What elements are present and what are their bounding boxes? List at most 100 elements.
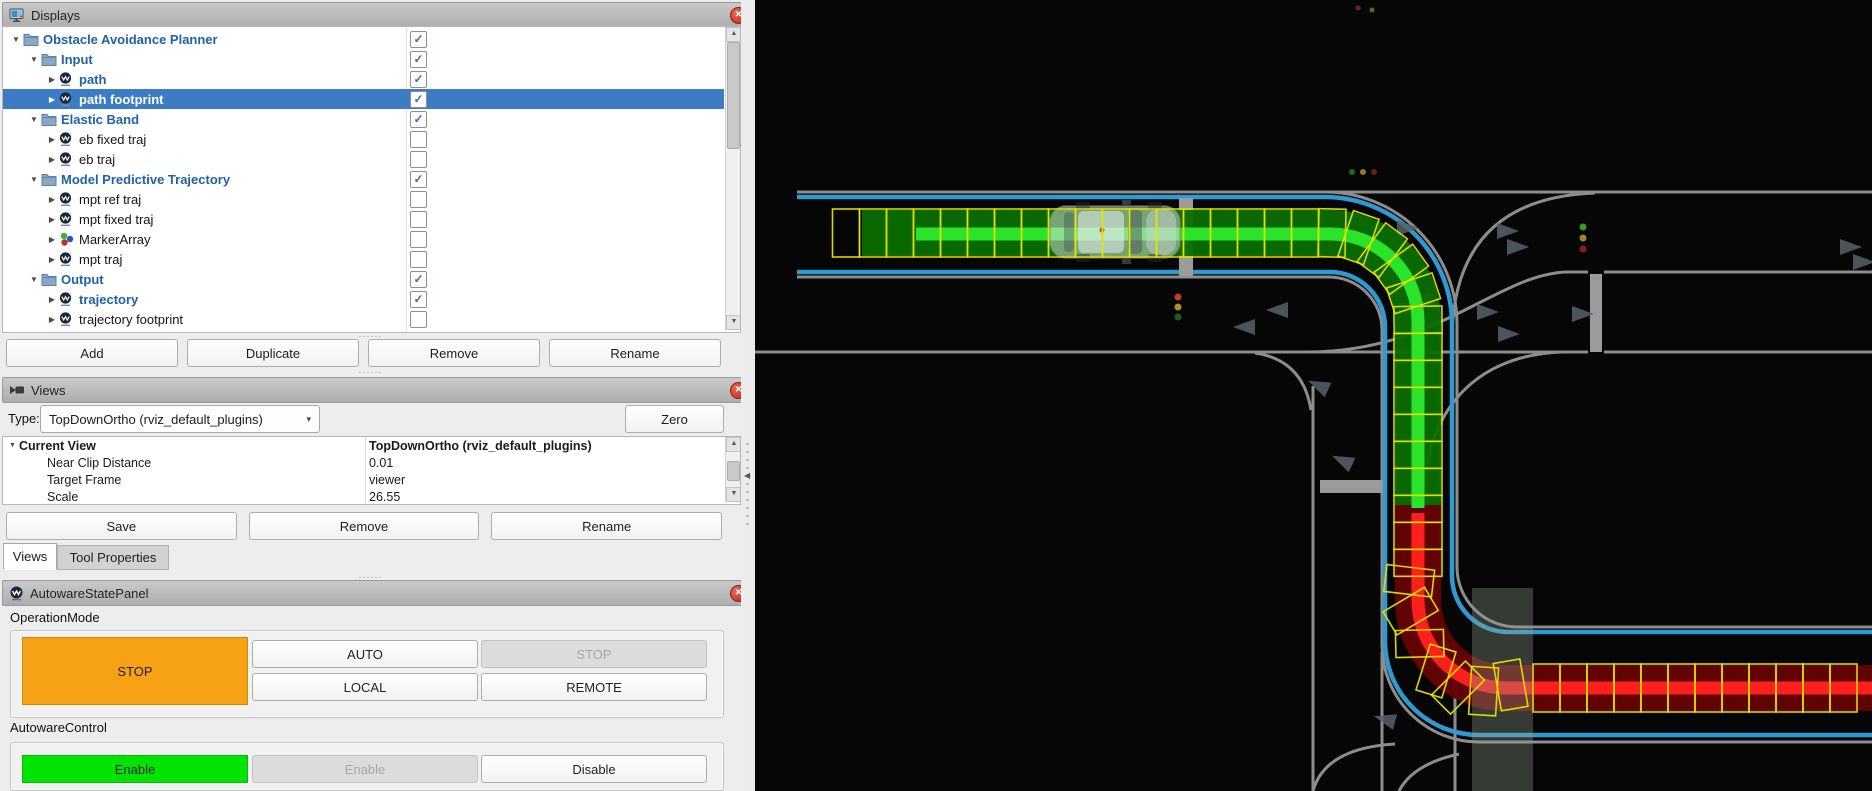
view-table-scrollbar[interactable]: ▲ ▼: [725, 437, 740, 502]
expander-icon[interactable]: ▶: [45, 315, 59, 324]
visibility-checkbox[interactable]: ✓: [410, 291, 427, 308]
remote-button[interactable]: REMOTE: [481, 673, 707, 701]
visibility-checkbox[interactable]: ✓: [410, 171, 427, 188]
visibility-checkbox[interactable]: [410, 311, 427, 328]
property-row[interactable]: ▼ Current View TopDownOrtho (rviz_default_…: [3, 437, 724, 454]
expander-icon[interactable]: ▼: [27, 115, 41, 124]
display-icon: [59, 251, 76, 267]
visibility-checkbox[interactable]: ✓: [410, 71, 427, 88]
scrollbar-thumb[interactable]: [727, 461, 740, 481]
tree-item-label: trajectory footprint: [79, 311, 184, 327]
tree-row-eb-traj[interactable]: ▶ eb traj: [3, 149, 724, 169]
property-row[interactable]: Near Clip Distance 0.01: [3, 454, 724, 471]
rviz-window: Displays ✕ ▼ Obstacle Avoidance Planner ✓ ▼…: [0, 0, 1872, 791]
zero-button[interactable]: Zero: [625, 405, 724, 433]
display-icon: [59, 211, 76, 227]
displays-tree-scrollbar[interactable]: ▲ ▼: [725, 27, 740, 330]
tree-row-trajectory-footprint[interactable]: ▶ trajectory footprint: [3, 309, 724, 329]
operation-mode-state-button[interactable]: STOP: [22, 637, 248, 705]
remove-button[interactable]: Remove: [248, 512, 480, 540]
tab-views[interactable]: Views: [3, 543, 57, 570]
duplicate-button[interactable]: Duplicate: [187, 339, 359, 367]
property-row[interactable]: Target Frame viewer: [3, 471, 724, 488]
expander-icon[interactable]: ▶: [45, 155, 59, 164]
expander-icon[interactable]: ▶: [45, 235, 59, 244]
visibility-checkbox[interactable]: [410, 211, 427, 228]
save-button[interactable]: Save: [6, 512, 237, 540]
tree-item-label: mpt ref traj: [79, 191, 142, 207]
tree-row-mpt-traj[interactable]: ▶ mpt traj: [3, 249, 724, 269]
display-icon: [59, 91, 76, 107]
visibility-checkbox[interactable]: ✓: [410, 31, 427, 48]
property-name: Scale: [47, 489, 79, 504]
3d-viewport[interactable]: [755, 0, 1872, 791]
add-button[interactable]: Add: [6, 339, 178, 367]
visibility-checkbox[interactable]: [410, 191, 427, 208]
rename-button[interactable]: Rename: [491, 512, 723, 540]
tree-row-mpt-ref-traj[interactable]: ▶ mpt ref traj: [3, 189, 724, 209]
remove-button[interactable]: Remove: [368, 339, 540, 367]
property-value[interactable]: 26.55: [369, 490, 400, 504]
scroll-down-icon[interactable]: ▼: [726, 315, 740, 330]
map-overlay-block: [1472, 588, 1533, 791]
autoware-control-state-button[interactable]: Enable: [22, 755, 248, 783]
type-label: Type:: [8, 411, 40, 426]
tree-row-output[interactable]: ▼ Output ✓: [3, 269, 724, 289]
property-value[interactable]: TopDownOrtho (rviz_default_plugins): [369, 439, 592, 453]
views-panel-titlebar[interactable]: Views ✕: [2, 377, 753, 403]
visibility-checkbox[interactable]: ✓: [410, 111, 427, 128]
tab-tool-properties[interactable]: Tool Properties: [57, 545, 169, 570]
property-value[interactable]: viewer: [369, 473, 405, 487]
visibility-checkbox[interactable]: ✓: [410, 91, 427, 108]
collapse-left-icon[interactable]: ◀: [744, 471, 750, 480]
view-type-dropdown[interactable]: TopDownOrtho (rviz_default_plugins) ▾: [40, 405, 320, 433]
visibility-checkbox[interactable]: ✓: [410, 271, 427, 288]
tree-row-markerarray[interactable]: ▶ MarkerArray: [3, 229, 724, 249]
tree-row-obstacle-avoidance-planner[interactable]: ▼ Obstacle Avoidance Planner ✓: [3, 29, 724, 49]
control-disable-button[interactable]: Disable: [481, 755, 707, 783]
scroll-down-icon[interactable]: ▼: [726, 487, 740, 502]
tree-row-model-predictive-trajectory[interactable]: ▼ Model Predictive Trajectory ✓: [3, 169, 724, 189]
tree-row-trajectory[interactable]: ▶ trajectory ✓: [3, 289, 724, 309]
scroll-up-icon[interactable]: ▲: [726, 437, 740, 452]
local-button[interactable]: LOCAL: [252, 673, 478, 701]
tree-row-path[interactable]: ▶ path ✓: [3, 69, 724, 89]
property-value[interactable]: 0.01: [369, 456, 393, 470]
tree-row-mpt-fixed-traj[interactable]: ▶ mpt fixed traj: [3, 209, 724, 229]
expander-icon[interactable]: ▶: [45, 215, 59, 224]
current-view-table[interactable]: ▼ Current View TopDownOrtho (rviz_default_…: [2, 436, 741, 505]
expander-icon[interactable]: ▼: [27, 55, 41, 64]
property-row[interactable]: Scale 26.55: [3, 488, 724, 504]
splitter-handle[interactable]: ······: [0, 368, 741, 377]
scroll-up-icon[interactable]: ▲: [726, 27, 740, 42]
scrollbar-thumb[interactable]: [727, 42, 740, 149]
auto-button[interactable]: AUTO: [252, 640, 478, 668]
tree-row-eb-fixed-traj[interactable]: ▶ eb fixed traj: [3, 129, 724, 149]
displays-panel-titlebar[interactable]: Displays ✕: [2, 2, 753, 28]
state-panel-titlebar[interactable]: AutowareStatePanel ✕: [2, 580, 753, 606]
divider-grip: [746, 440, 749, 530]
expander-icon[interactable]: ▶: [45, 75, 59, 84]
tree-row-path-footprint[interactable]: ▶ path footprint ✓: [3, 89, 724, 109]
visibility-checkbox[interactable]: [410, 251, 427, 268]
folder-icon: [41, 271, 58, 287]
visibility-checkbox[interactable]: [410, 151, 427, 168]
expander-icon[interactable]: ▶: [45, 255, 59, 264]
visibility-checkbox[interactable]: ✓: [410, 51, 427, 68]
display-icon: [59, 71, 76, 87]
expander-icon[interactable]: ▶: [45, 95, 59, 104]
expander-icon[interactable]: ▶: [45, 195, 59, 204]
rename-button[interactable]: Rename: [549, 339, 721, 367]
expander-icon[interactable]: ▼: [27, 275, 41, 284]
visibility-checkbox[interactable]: [410, 131, 427, 148]
displays-tree[interactable]: ▼ Obstacle Avoidance Planner ✓ ▼ Input ✓ ▶ path…: [2, 26, 741, 333]
visibility-checkbox[interactable]: [410, 231, 427, 248]
expander-icon[interactable]: ▼: [9, 35, 23, 44]
expander-icon[interactable]: ▶: [45, 295, 59, 304]
expander-icon[interactable]: ▼: [9, 442, 19, 449]
panel-divider[interactable]: ◀: [741, 0, 755, 791]
tree-row-elastic-band[interactable]: ▼ Elastic Band ✓: [3, 109, 724, 129]
expander-icon[interactable]: ▼: [27, 175, 41, 184]
expander-icon[interactable]: ▶: [45, 135, 59, 144]
tree-row-input[interactable]: ▼ Input ✓: [3, 49, 724, 69]
